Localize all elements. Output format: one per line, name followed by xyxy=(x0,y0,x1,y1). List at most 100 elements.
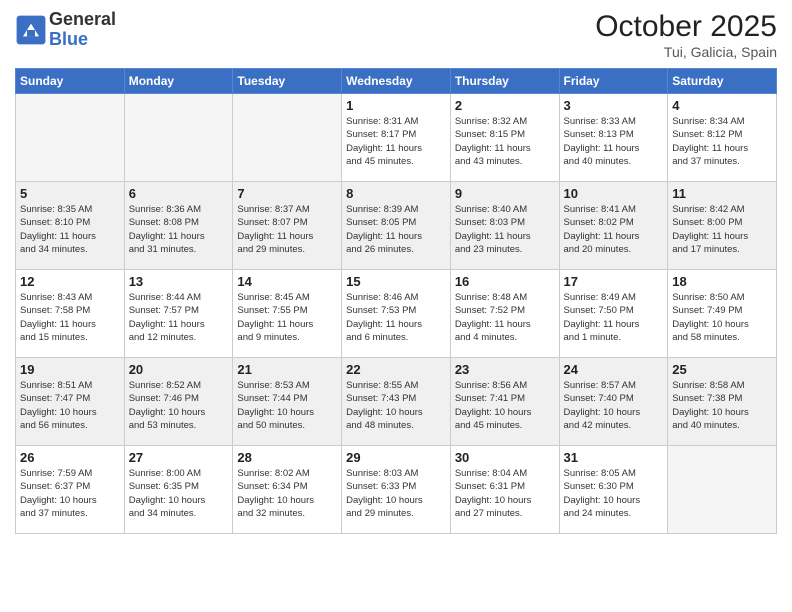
day-info: Sunrise: 8:34 AM Sunset: 8:12 PM Dayligh… xyxy=(672,115,772,168)
day-info: Sunrise: 8:42 AM Sunset: 8:00 PM Dayligh… xyxy=(672,203,772,256)
title-block: October 2025 Tui, Galicia, Spain xyxy=(595,10,777,60)
day-info: Sunrise: 8:37 AM Sunset: 8:07 PM Dayligh… xyxy=(237,203,337,256)
day-info: Sunrise: 8:35 AM Sunset: 8:10 PM Dayligh… xyxy=(20,203,120,256)
day-number: 20 xyxy=(129,362,229,377)
table-row: 28Sunrise: 8:02 AM Sunset: 6:34 PM Dayli… xyxy=(233,446,342,534)
day-info: Sunrise: 8:55 AM Sunset: 7:43 PM Dayligh… xyxy=(346,379,446,432)
header: General Blue October 2025 Tui, Galicia, … xyxy=(15,10,777,60)
logo-general: General xyxy=(49,9,116,29)
table-row: 18 Sunrise: 8:50 AM Sunset: 7:49 PM Dayli… xyxy=(668,270,777,358)
col-saturday: Saturday xyxy=(668,69,777,94)
day-number: 24 xyxy=(564,362,664,377)
day-info: Sunrise: 8:40 AM Sunset: 8:03 PM Dayligh… xyxy=(455,203,555,256)
calendar-header-row: Sunday Monday Tuesday Wednesday Thursday… xyxy=(16,69,777,94)
table-row: 15 Sunrise: 8:46 AM Sunset: 7:53 PM Dayli… xyxy=(342,270,451,358)
logo-icon xyxy=(15,14,47,46)
day-number: 19 xyxy=(20,362,120,377)
day-info: Sunrise: 8:46 AM Sunset: 7:53 PM Dayligh… xyxy=(346,291,446,344)
calendar-week-row: 1 Sunrise: 8:31 AM Sunset: 8:17 PM Daylig… xyxy=(16,94,777,182)
day-info: Sunrise: 8:45 AM Sunset: 7:55 PM Dayligh… xyxy=(237,291,337,344)
table-row: 6Sunrise: 8:36 AM Sunset: 8:08 PM Daylig… xyxy=(124,182,233,270)
table-row xyxy=(16,94,125,182)
day-info: Sunrise: 8:58 AM Sunset: 7:38 PM Dayligh… xyxy=(672,379,772,432)
table-row: 31Sunrise: 8:05 AM Sunset: 6:30 PM Dayli… xyxy=(559,446,668,534)
day-number: 16 xyxy=(455,274,555,289)
calendar-week-row: 12Sunrise: 8:43 AM Sunset: 7:58 PM Dayli… xyxy=(16,270,777,358)
table-row: 9Sunrise: 8:40 AM Sunset: 8:03 PM Daylig… xyxy=(450,182,559,270)
table-row: 21 Sunrise: 8:53 AM Sunset: 7:44 PM Dayli… xyxy=(233,358,342,446)
day-info: Sunrise: 8:57 AM Sunset: 7:40 PM Dayligh… xyxy=(564,379,664,432)
table-row xyxy=(233,94,342,182)
day-number: 26 xyxy=(20,450,120,465)
table-row: 20 Sunrise: 8:52 AM Sunset: 7:46 PM Dayli… xyxy=(124,358,233,446)
table-row: 25 Sunrise: 8:58 AM Sunset: 7:38 PM Dayli… xyxy=(668,358,777,446)
day-info: Sunrise: 8:51 AM Sunset: 7:47 PM Dayligh… xyxy=(20,379,120,432)
day-number: 4 xyxy=(672,98,772,113)
day-number: 22 xyxy=(346,362,446,377)
calendar: Sunday Monday Tuesday Wednesday Thursday… xyxy=(15,68,777,534)
calendar-week-row: 26 Sunrise: 7:59 AM Sunset: 6:37 PM Dayli… xyxy=(16,446,777,534)
day-number: 1 xyxy=(346,98,446,113)
col-tuesday: Tuesday xyxy=(233,69,342,94)
table-row: 13 Sunrise: 8:44 AM Sunset: 7:57 PM Dayli… xyxy=(124,270,233,358)
day-number: 2 xyxy=(455,98,555,113)
day-number: 6 xyxy=(129,186,229,201)
col-friday: Friday xyxy=(559,69,668,94)
table-row: 29Sunrise: 8:03 AM Sunset: 6:33 PM Dayli… xyxy=(342,446,451,534)
day-number: 30 xyxy=(455,450,555,465)
day-number: 23 xyxy=(455,362,555,377)
table-row: 16 Sunrise: 8:48 AM Sunset: 7:52 PM Dayli… xyxy=(450,270,559,358)
day-info: Sunrise: 8:49 AM Sunset: 7:50 PM Dayligh… xyxy=(564,291,664,344)
day-info: Sunrise: 8:44 AM Sunset: 7:57 PM Dayligh… xyxy=(129,291,229,344)
day-number: 21 xyxy=(237,362,337,377)
day-info: Sunrise: 8:56 AM Sunset: 7:41 PM Dayligh… xyxy=(455,379,555,432)
day-info: Sunrise: 7:59 AM Sunset: 6:37 PM Dayligh… xyxy=(20,467,120,520)
day-number: 13 xyxy=(129,274,229,289)
table-row: 23 Sunrise: 8:56 AM Sunset: 7:41 PM Dayli… xyxy=(450,358,559,446)
table-row: 30 Sunrise: 8:04 AM Sunset: 6:31 PM Dayli… xyxy=(450,446,559,534)
table-row xyxy=(668,446,777,534)
table-row: 27 Sunrise: 8:00 AM Sunset: 6:35 PM Dayli… xyxy=(124,446,233,534)
day-info: Sunrise: 8:48 AM Sunset: 7:52 PM Dayligh… xyxy=(455,291,555,344)
day-info: Sunrise: 8:32 AM Sunset: 8:15 PM Dayligh… xyxy=(455,115,555,168)
col-sunday: Sunday xyxy=(16,69,125,94)
day-number: 5 xyxy=(20,186,120,201)
table-row: 14 Sunrise: 8:45 AM Sunset: 7:55 PM Dayli… xyxy=(233,270,342,358)
day-info: Sunrise: 8:39 AM Sunset: 8:05 PM Dayligh… xyxy=(346,203,446,256)
table-row: 7 Sunrise: 8:37 AM Sunset: 8:07 PM Daylig… xyxy=(233,182,342,270)
day-number: 17 xyxy=(564,274,664,289)
table-row: 1 Sunrise: 8:31 AM Sunset: 8:17 PM Daylig… xyxy=(342,94,451,182)
day-number: 25 xyxy=(672,362,772,377)
logo: General Blue xyxy=(15,10,116,50)
day-info: Sunrise: 8:53 AM Sunset: 7:44 PM Dayligh… xyxy=(237,379,337,432)
day-number: 8 xyxy=(346,186,446,201)
day-info: Sunrise: 8:04 AM Sunset: 6:31 PM Dayligh… xyxy=(455,467,555,520)
day-number: 10 xyxy=(564,186,664,201)
day-info: Sunrise: 8:02 AM Sunset: 6:34 PM Dayligh… xyxy=(237,467,337,520)
table-row: 5 Sunrise: 8:35 AM Sunset: 8:10 PM Daylig… xyxy=(16,182,125,270)
day-info: Sunrise: 8:41 AM Sunset: 8:02 PM Dayligh… xyxy=(564,203,664,256)
col-wednesday: Wednesday xyxy=(342,69,451,94)
location: Tui, Galicia, Spain xyxy=(595,44,777,60)
day-number: 27 xyxy=(129,450,229,465)
day-number: 3 xyxy=(564,98,664,113)
day-info: Sunrise: 8:50 AM Sunset: 7:49 PM Dayligh… xyxy=(672,291,772,344)
logo-blue: Blue xyxy=(49,29,88,49)
day-number: 15 xyxy=(346,274,446,289)
table-row: 10 Sunrise: 8:41 AM Sunset: 8:02 PM Dayli… xyxy=(559,182,668,270)
table-row: 2 Sunrise: 8:32 AM Sunset: 8:15 PM Daylig… xyxy=(450,94,559,182)
table-row: 26 Sunrise: 7:59 AM Sunset: 6:37 PM Dayli… xyxy=(16,446,125,534)
day-number: 7 xyxy=(237,186,337,201)
day-info: Sunrise: 8:00 AM Sunset: 6:35 PM Dayligh… xyxy=(129,467,229,520)
day-info: Sunrise: 8:05 AM Sunset: 6:30 PM Dayligh… xyxy=(564,467,664,520)
logo-text: General Blue xyxy=(49,10,116,50)
day-number: 14 xyxy=(237,274,337,289)
table-row: 22 Sunrise: 8:55 AM Sunset: 7:43 PM Dayli… xyxy=(342,358,451,446)
table-row: 4 Sunrise: 8:34 AM Sunset: 8:12 PM Daylig… xyxy=(668,94,777,182)
day-info: Sunrise: 8:52 AM Sunset: 7:46 PM Dayligh… xyxy=(129,379,229,432)
day-number: 18 xyxy=(672,274,772,289)
col-monday: Monday xyxy=(124,69,233,94)
day-info: Sunrise: 8:31 AM Sunset: 8:17 PM Dayligh… xyxy=(346,115,446,168)
day-number: 11 xyxy=(672,186,772,201)
table-row: 12Sunrise: 8:43 AM Sunset: 7:58 PM Dayli… xyxy=(16,270,125,358)
